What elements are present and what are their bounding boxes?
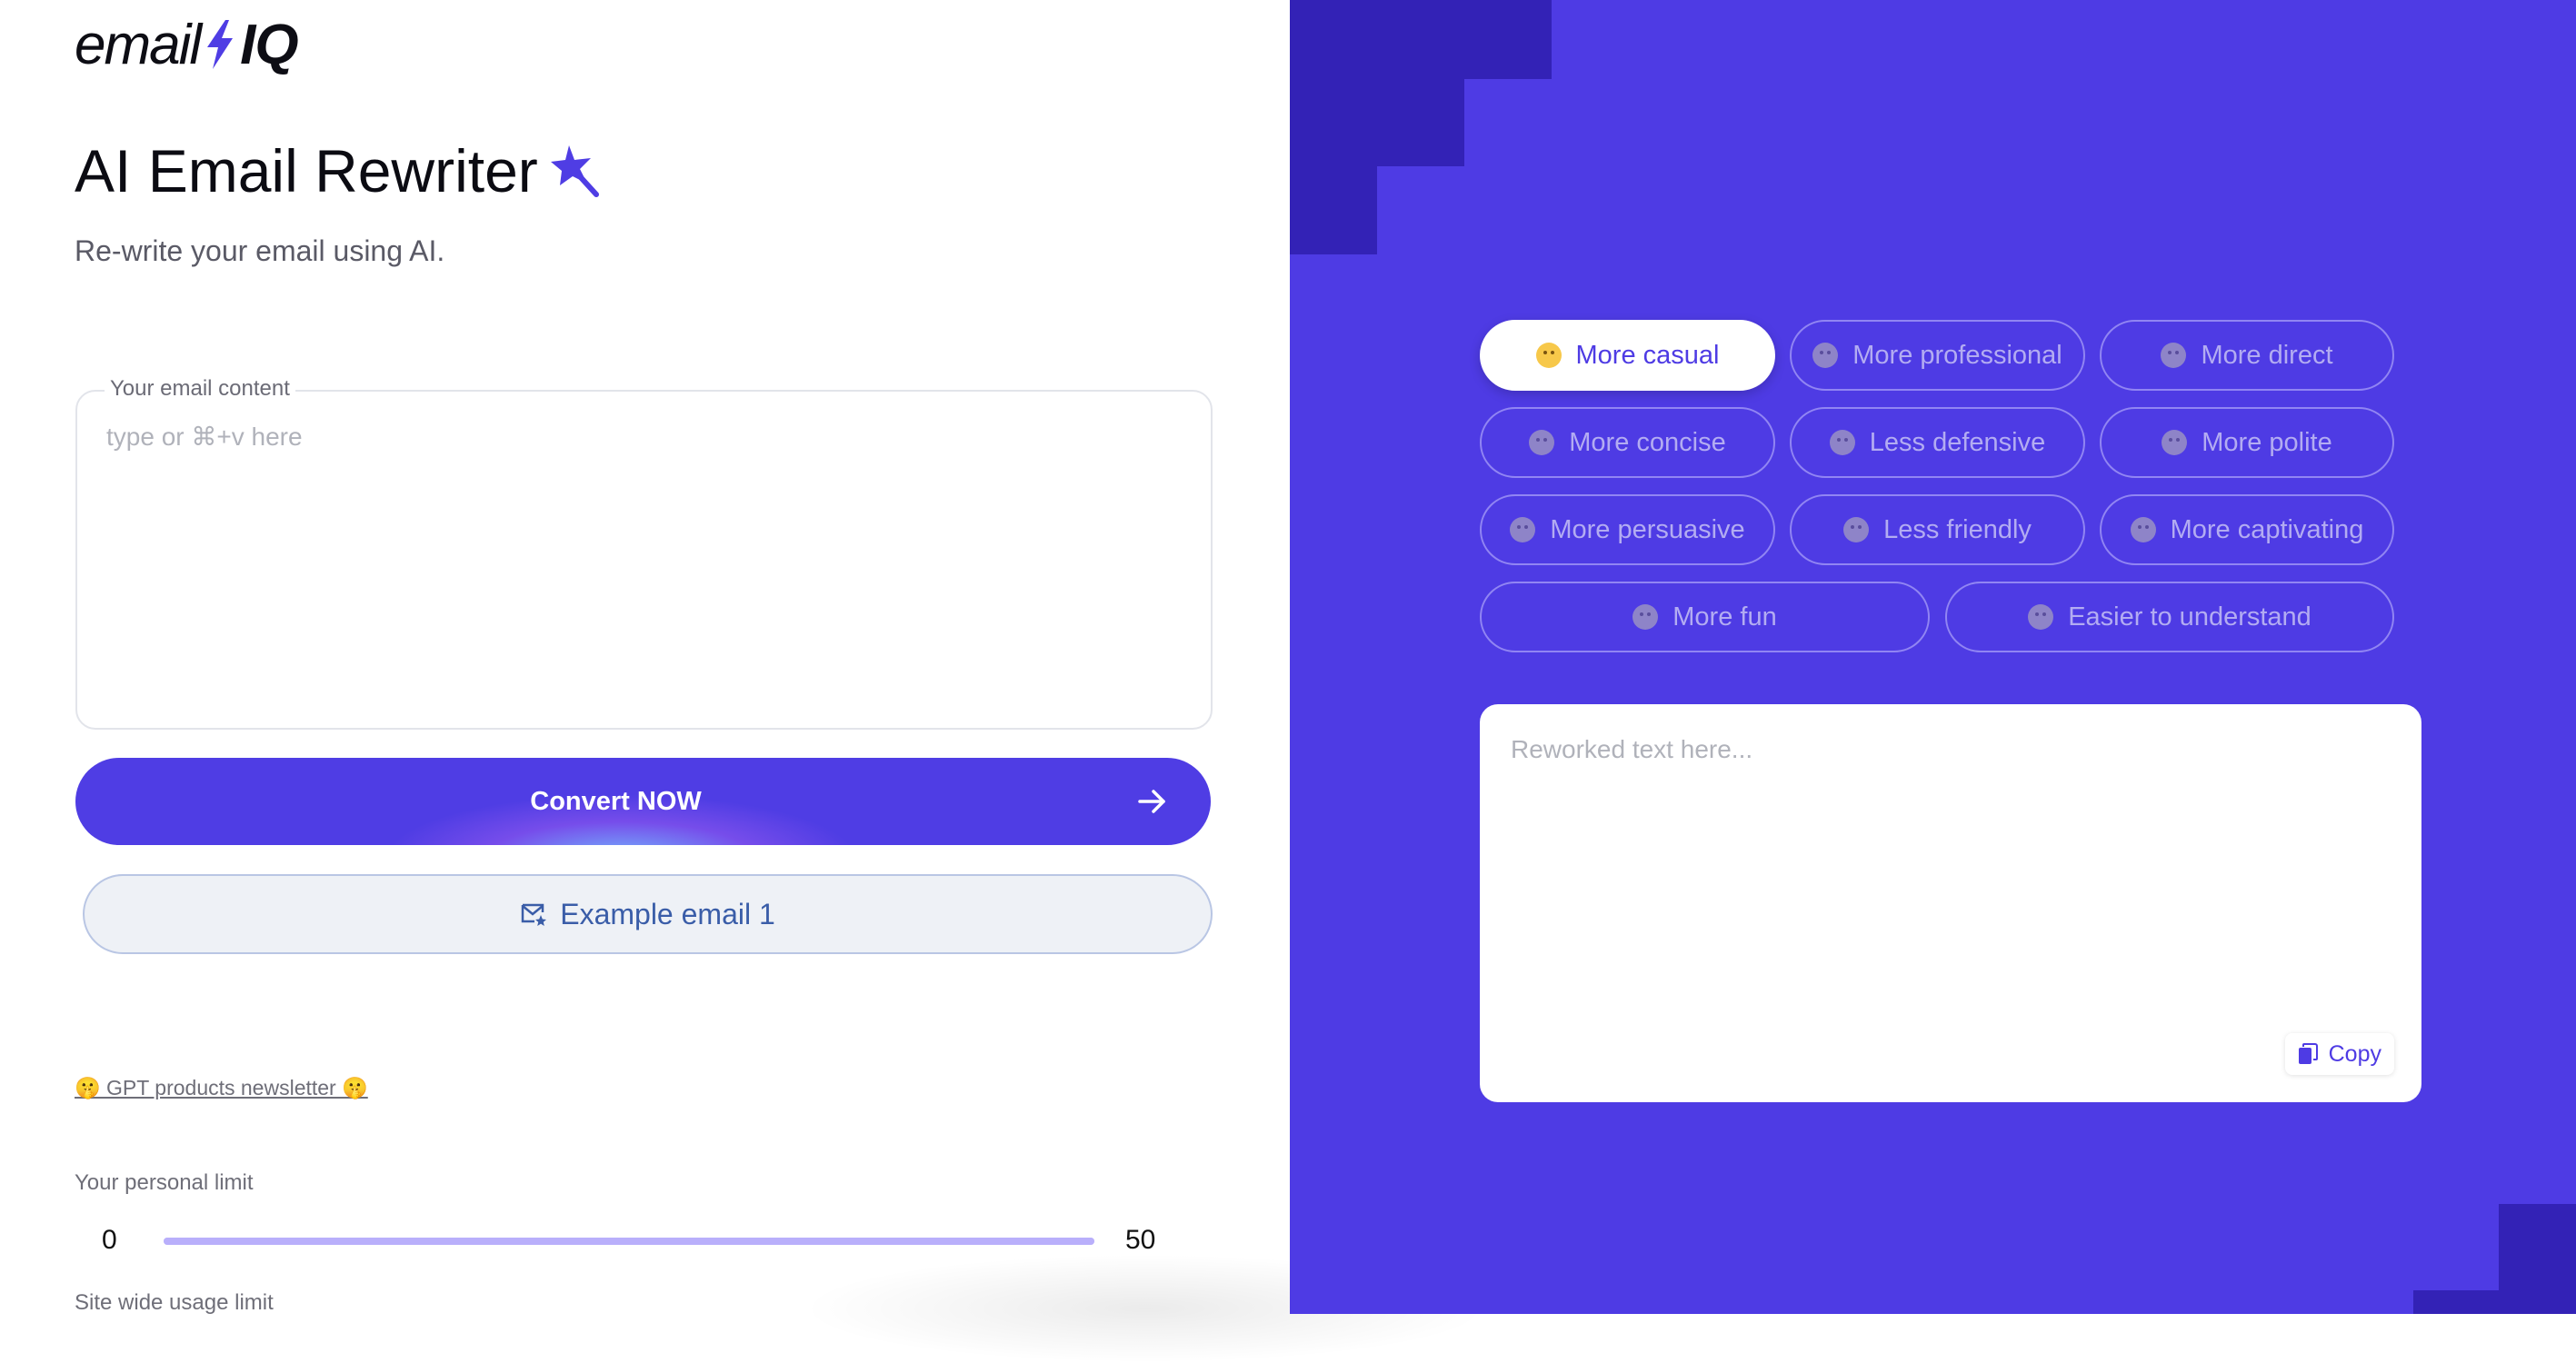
page-subtitle: Re-write your email using AI. (75, 234, 445, 267)
tone-label: More captivating (2170, 514, 2364, 544)
tone-label: Easier to understand (2068, 602, 2311, 632)
email-content-label: Your email content (105, 376, 295, 402)
tone-label: More direct (2201, 340, 2333, 370)
decor-block (2499, 1204, 2576, 1314)
nerd-face-icon (1529, 430, 1555, 455)
tone-more-persuasive[interactable]: More persuasive (1480, 494, 1775, 565)
decor-block (1290, 79, 1464, 166)
sunglasses-face-icon (1510, 517, 1536, 542)
personal-limit-bar (164, 1238, 1094, 1245)
tone-more-captivating[interactable]: More captivating (2100, 494, 2394, 565)
output-pane: More casual More professional More direc… (1290, 0, 2576, 1314)
editor-pane: email IQ AI Email Rewriter Re-write your… (0, 0, 1491, 1363)
tone-label: More concise (1569, 427, 1726, 457)
page-title: AI Email Rewriter (75, 136, 602, 205)
personal-limit-label: Your personal limit (75, 1170, 254, 1195)
briefcase-icon (1812, 343, 1839, 368)
copy-button[interactable]: Copy (2284, 1033, 2394, 1075)
relieved-face-icon (1829, 430, 1855, 455)
neutral-face-icon (2161, 343, 2187, 368)
logo-text: email (75, 13, 202, 76)
winking-face-icon (1632, 604, 1659, 630)
grinning-face-icon (2028, 604, 2054, 630)
tone-less-defensive[interactable]: Less defensive (1790, 407, 2085, 478)
email-content-input[interactable] (105, 420, 1181, 696)
decor-block (1290, 166, 1377, 254)
tone-more-casual[interactable]: More casual (1480, 320, 1775, 391)
example-email-button[interactable]: Example email 1 (83, 874, 1213, 954)
tone-label: Less friendly (1883, 514, 2032, 544)
personal-limit-fill (164, 1238, 1094, 1245)
arrow-right-icon (1138, 790, 1165, 813)
star-struck-face-icon (2130, 517, 2156, 542)
tone-less-friendly[interactable]: Less friendly (1790, 494, 2085, 565)
copy-button-label: Copy (2328, 1040, 2381, 1067)
convert-button-label: Convert NOW (530, 786, 702, 816)
lightning-bolt-icon (207, 20, 234, 69)
copy-icon (2298, 1043, 2318, 1064)
tone-label: More professional (1852, 340, 2062, 370)
tone-more-polite[interactable]: More polite (2100, 407, 2394, 478)
logo-suffix: IQ (240, 13, 298, 76)
site-limit-label: Site wide usage limit (75, 1290, 274, 1315)
tone-label: More polite (2202, 427, 2332, 457)
unamused-face-icon (1843, 517, 1870, 542)
tone-label: Less defensive (1869, 427, 2046, 457)
tone-label: More persuasive (1550, 514, 1745, 544)
decor-block (2413, 1290, 2499, 1314)
tone-more-professional[interactable]: More professional (1790, 320, 2085, 391)
newsletter-link[interactable]: 🤫 GPT products newsletter 🤫 (75, 1076, 368, 1100)
tone-label: More fun (1672, 602, 1777, 632)
personal-limit-max: 50 (1125, 1225, 1156, 1255)
personal-limit-min: 0 (102, 1225, 117, 1255)
reworked-output-panel: Copy (1480, 704, 2421, 1102)
mail-star-icon (521, 903, 547, 926)
tone-more-concise[interactable]: More concise (1480, 407, 1775, 478)
convert-button[interactable]: Convert NOW (75, 758, 1211, 845)
magic-wand-icon (550, 145, 599, 197)
smiling-face-icon (2162, 430, 2188, 455)
tone-easier-to-understand[interactable]: Easier to understand (1945, 582, 2394, 652)
tone-label: More casual (1575, 340, 1720, 370)
reworked-text-output[interactable] (1509, 733, 2385, 1010)
logo[interactable]: email IQ (75, 13, 299, 76)
decor-block (1290, 0, 1552, 79)
tone-more-fun[interactable]: More fun (1480, 582, 1930, 652)
page-title-text: AI Email Rewriter (75, 137, 538, 204)
example-email-label: Example email 1 (560, 897, 775, 930)
tone-more-direct[interactable]: More direct (2100, 320, 2394, 391)
angel-face-icon (1535, 343, 1562, 368)
